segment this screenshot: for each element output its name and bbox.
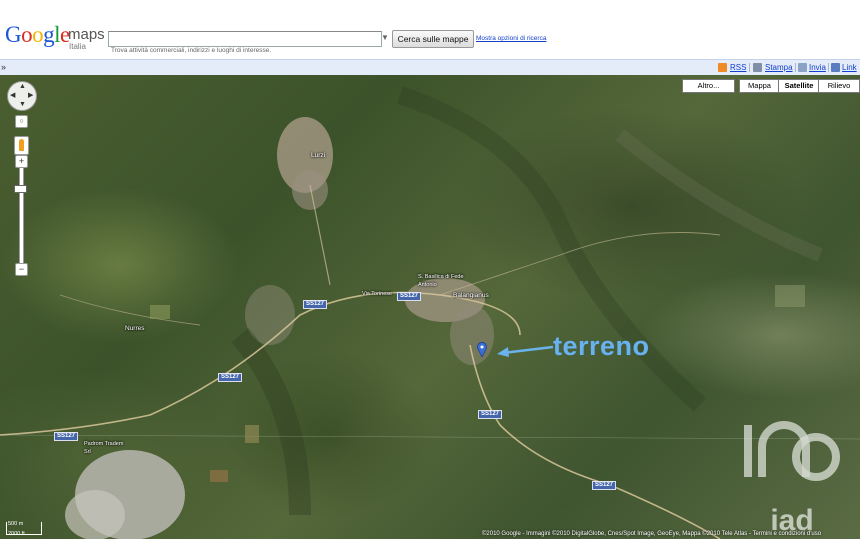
place-label: S. Basilica di Fede Antonio — [418, 274, 464, 288]
scale-label-imperial: 2000 ft — [8, 531, 25, 537]
google-logo[interactable]: Google — [5, 23, 70, 46]
pan-right-icon[interactable]: ▶ — [28, 92, 33, 99]
place-label: Via Torinese — [362, 291, 393, 297]
logo-country: Italia — [69, 42, 86, 51]
rss-link[interactable]: RSS — [730, 61, 746, 74]
street-view-pegman-icon[interactable] — [14, 136, 29, 155]
reset-view-icon[interactable]: ○ — [15, 115, 28, 128]
collapse-panel-icon[interactable]: » — [1, 60, 6, 75]
toolbar-divider — [828, 63, 829, 72]
road-label: SS127 — [218, 373, 243, 382]
print-icon — [753, 63, 762, 72]
road-label: SS127 — [54, 432, 79, 441]
link-icon — [831, 63, 840, 72]
toolbar-divider — [795, 63, 796, 72]
send-link[interactable]: Invia — [809, 61, 826, 74]
header: Google maps Italia ▼ Trova attività comm… — [0, 0, 860, 60]
pan-down-icon[interactable]: ▼ — [19, 101, 26, 108]
place-label: Balangianus — [453, 292, 489, 299]
toolbar: » RSS Stampa Invia Link — [0, 59, 860, 76]
map-type-satellite-button[interactable]: Satellite — [778, 79, 820, 93]
pan-up-icon[interactable]: ▲ — [19, 83, 26, 90]
road-label: SS127 — [397, 292, 422, 301]
map-terrain — [0, 86, 860, 539]
email-icon — [798, 63, 807, 72]
logo-product: maps — [68, 26, 105, 43]
more-layers-button[interactable]: Altro... — [682, 79, 735, 93]
search-hint: Trova attività commerciali, indirizzi e … — [111, 47, 272, 54]
annotation-label: terreno — [553, 331, 650, 361]
place-label: Nurres — [125, 325, 145, 332]
pan-left-icon[interactable]: ◀ — [10, 92, 15, 99]
map-type-mappa-button[interactable]: Mappa — [739, 79, 780, 93]
rss-icon — [718, 63, 727, 72]
map-type-rilievo-button[interactable]: Rilievo — [818, 79, 860, 93]
link-link[interactable]: Link — [842, 61, 857, 74]
place-label: Lurzi — [311, 152, 326, 159]
road-label: SS127 — [592, 481, 617, 490]
search-button[interactable]: Cerca sulle mappe — [392, 30, 474, 48]
road-label: SS127 — [478, 410, 503, 419]
zoom-out-button[interactable]: − — [15, 263, 28, 276]
place-label: Padrom Tradem Srl — [84, 441, 124, 455]
map-pin-icon[interactable] — [477, 342, 487, 357]
satellite-map[interactable]: ▲ ▼ ◀ ▶ ○ + − Altro... Mappa Satellite R… — [0, 75, 860, 539]
pan-control[interactable]: ▲ ▼ ◀ ▶ — [7, 81, 37, 111]
zoom-slider-thumb[interactable] — [14, 185, 27, 193]
copyright-text: ©2010 Google - Immagini ©2010 DigitalGlo… — [482, 531, 822, 537]
search-dropdown-icon[interactable]: ▼ — [379, 31, 391, 45]
iad-watermark-logo: iad — [744, 421, 840, 537]
toolbar-divider — [749, 63, 750, 72]
road-label: SS127 — [303, 300, 328, 309]
search-input[interactable] — [108, 31, 382, 47]
zoom-slider-track[interactable] — [19, 167, 24, 267]
annotation-arrow-icon — [497, 345, 554, 357]
advanced-search-link[interactable]: Mostra opzioni di ricerca — [476, 35, 546, 42]
print-link[interactable]: Stampa — [765, 61, 793, 74]
